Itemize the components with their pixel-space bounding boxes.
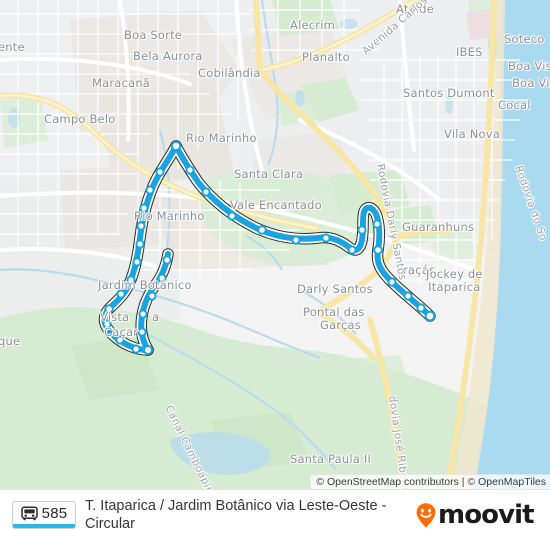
map-attribution[interactable]: © OpenStreetMap contributors | © OpenMap… bbox=[310, 474, 550, 489]
map-canvas bbox=[0, 0, 550, 489]
moovit-route-screen: ente Boa Sorte Bela Aurora Cobilândia Maraca… bbox=[0, 0, 550, 540]
route-number-text: 585 bbox=[41, 505, 68, 522]
route-map[interactable]: ente Boa Sorte Bela Aurora Cobilândia Maraca… bbox=[0, 0, 550, 489]
moovit-logo[interactable]: moovit bbox=[415, 500, 535, 530]
badge-content: 585 bbox=[13, 502, 75, 524]
bus-icon bbox=[20, 506, 38, 521]
route-number-badge[interactable]: 585 bbox=[12, 501, 76, 529]
moovit-pin-icon bbox=[415, 502, 437, 529]
route-color-bar bbox=[13, 524, 75, 528]
route-title: T. Itaparica / Jardim Botânico via Leste… bbox=[85, 498, 387, 532]
route-footer-bar: 585 T. Itaparica / Jardim Botânico via L… bbox=[0, 489, 550, 540]
moovit-wordmark: moovit bbox=[438, 500, 535, 530]
